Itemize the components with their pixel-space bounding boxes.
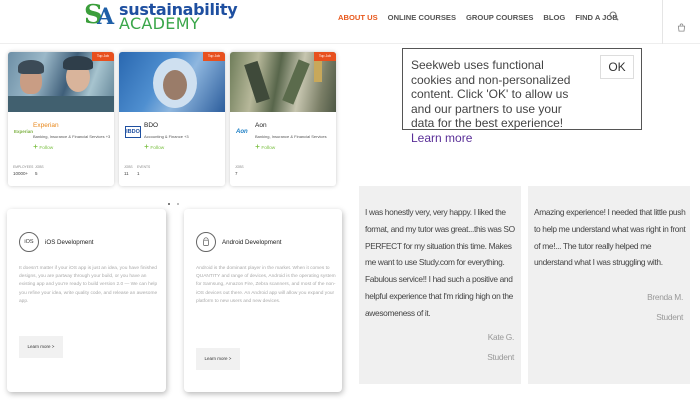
testimonial-role: Student bbox=[656, 312, 683, 322]
feature-description: Android is the dominant player in the ma… bbox=[196, 266, 336, 304]
nav-blog[interactable]: BLOG bbox=[543, 13, 565, 22]
stat-value: 7 bbox=[235, 171, 238, 176]
company-card-experian[interactable]: Top Job Experian Experian Banking, Insur… bbox=[8, 52, 114, 186]
company-name[interactable]: BDO bbox=[144, 122, 158, 129]
testimonial-name: Brenda M. bbox=[647, 292, 683, 302]
stat-value: 5 bbox=[35, 171, 38, 176]
android-icon bbox=[196, 232, 216, 252]
company-name[interactable]: Aon bbox=[255, 122, 267, 129]
learn-more-button[interactable]: Learn more > bbox=[196, 348, 240, 370]
stat-label: EVENTS bbox=[137, 165, 151, 169]
site-header: SA sustainability ACADEMY ABOUT US ONLIN… bbox=[0, 0, 700, 44]
follow-button[interactable]: Follow bbox=[144, 144, 164, 151]
learn-more-button[interactable]: Learn more > bbox=[19, 336, 63, 358]
logo[interactable]: SA sustainability ACADEMY bbox=[84, 0, 238, 32]
page: SA sustainability ACADEMY ABOUT US ONLIN… bbox=[0, 0, 700, 400]
ios-icon: iOS bbox=[19, 232, 39, 252]
company-logo-aon: Aon bbox=[236, 129, 248, 135]
company-sector: Banking, Insurance & Financial Services bbox=[255, 134, 327, 139]
nav-group-courses[interactable]: GROUP COURSES bbox=[466, 13, 533, 22]
follow-button[interactable]: Follow bbox=[255, 144, 275, 151]
top-job-badge: Top Job bbox=[203, 52, 225, 61]
feature-title: iOS Development bbox=[45, 239, 94, 246]
stat-value: 10000+ bbox=[13, 171, 29, 176]
learn-more-link[interactable]: Learn more bbox=[411, 131, 571, 146]
top-job-badge: Top Job bbox=[92, 52, 114, 61]
feature-card-android: Android Development Android is the domin… bbox=[184, 209, 342, 392]
logo-mark-icon: SA bbox=[84, 0, 115, 30]
stat-value: 1 bbox=[137, 171, 140, 176]
company-photo: Top Job bbox=[230, 52, 336, 112]
cookie-dialog-text: Seekweb uses functional cookies and non-… bbox=[411, 58, 571, 131]
follow-icon bbox=[144, 144, 149, 149]
testimonial-text: I was honestly very, very happy. I liked… bbox=[365, 207, 515, 318]
nav-online-courses[interactable]: ONLINE COURSES bbox=[388, 13, 456, 22]
stat-label: JOBS bbox=[124, 165, 133, 169]
carousel-dot[interactable] bbox=[168, 203, 170, 205]
company-sector: Accounting & Finance +3 bbox=[144, 134, 189, 139]
feature-title: Android Development bbox=[222, 239, 282, 246]
testimonial-text: Amazing experience! I needed that little… bbox=[534, 207, 686, 268]
stat-label: EMPLOYEES bbox=[13, 165, 34, 169]
ok-button[interactable]: OK bbox=[600, 55, 634, 79]
follow-icon bbox=[33, 144, 38, 149]
top-job-badge: Top Job bbox=[314, 52, 336, 61]
company-logo-experian: Experian bbox=[14, 129, 34, 134]
testimonial-role: Student bbox=[487, 352, 514, 362]
cart-icon[interactable] bbox=[677, 23, 686, 32]
nav-about-us[interactable]: ABOUT US bbox=[338, 13, 378, 22]
stat-label: JOBS bbox=[235, 165, 244, 169]
company-card-bdo[interactable]: Top Job IBDO BDO Accounting & Finance +3… bbox=[119, 52, 225, 186]
testimonial-card: I was honestly very, very happy. I liked… bbox=[359, 186, 521, 384]
search-icon[interactable] bbox=[609, 11, 619, 21]
company-logo-bdo: IBDO bbox=[125, 126, 141, 138]
testimonial-name: Kate G. bbox=[487, 332, 515, 342]
company-name[interactable]: Experian bbox=[33, 122, 59, 129]
feature-card-ios: iOS iOS Development It doesn't matter if… bbox=[7, 209, 166, 392]
stat-value: 11 bbox=[124, 171, 129, 176]
stat-label: JOBS bbox=[35, 165, 44, 169]
header-divider bbox=[662, 0, 663, 44]
company-card-aon[interactable]: Top Job Aon Aon Banking, Insurance & Fin… bbox=[230, 52, 336, 186]
main-nav: ABOUT US ONLINE COURSES GROUP COURSES BL… bbox=[338, 13, 618, 22]
follow-button[interactable]: Follow bbox=[33, 144, 53, 151]
cookie-dialog: Seekweb uses functional cookies and non-… bbox=[402, 48, 642, 145]
follow-icon bbox=[255, 144, 260, 149]
company-photo: Top Job bbox=[119, 52, 225, 112]
carousel-dot[interactable] bbox=[177, 203, 179, 205]
feature-description: It doesn't matter if your iOS app is jus… bbox=[19, 266, 158, 304]
company-photo: Top Job bbox=[8, 52, 114, 112]
testimonial-card: Amazing experience! I needed that little… bbox=[528, 186, 690, 384]
company-sector: Banking, Insurance & Financial Services … bbox=[33, 134, 111, 139]
